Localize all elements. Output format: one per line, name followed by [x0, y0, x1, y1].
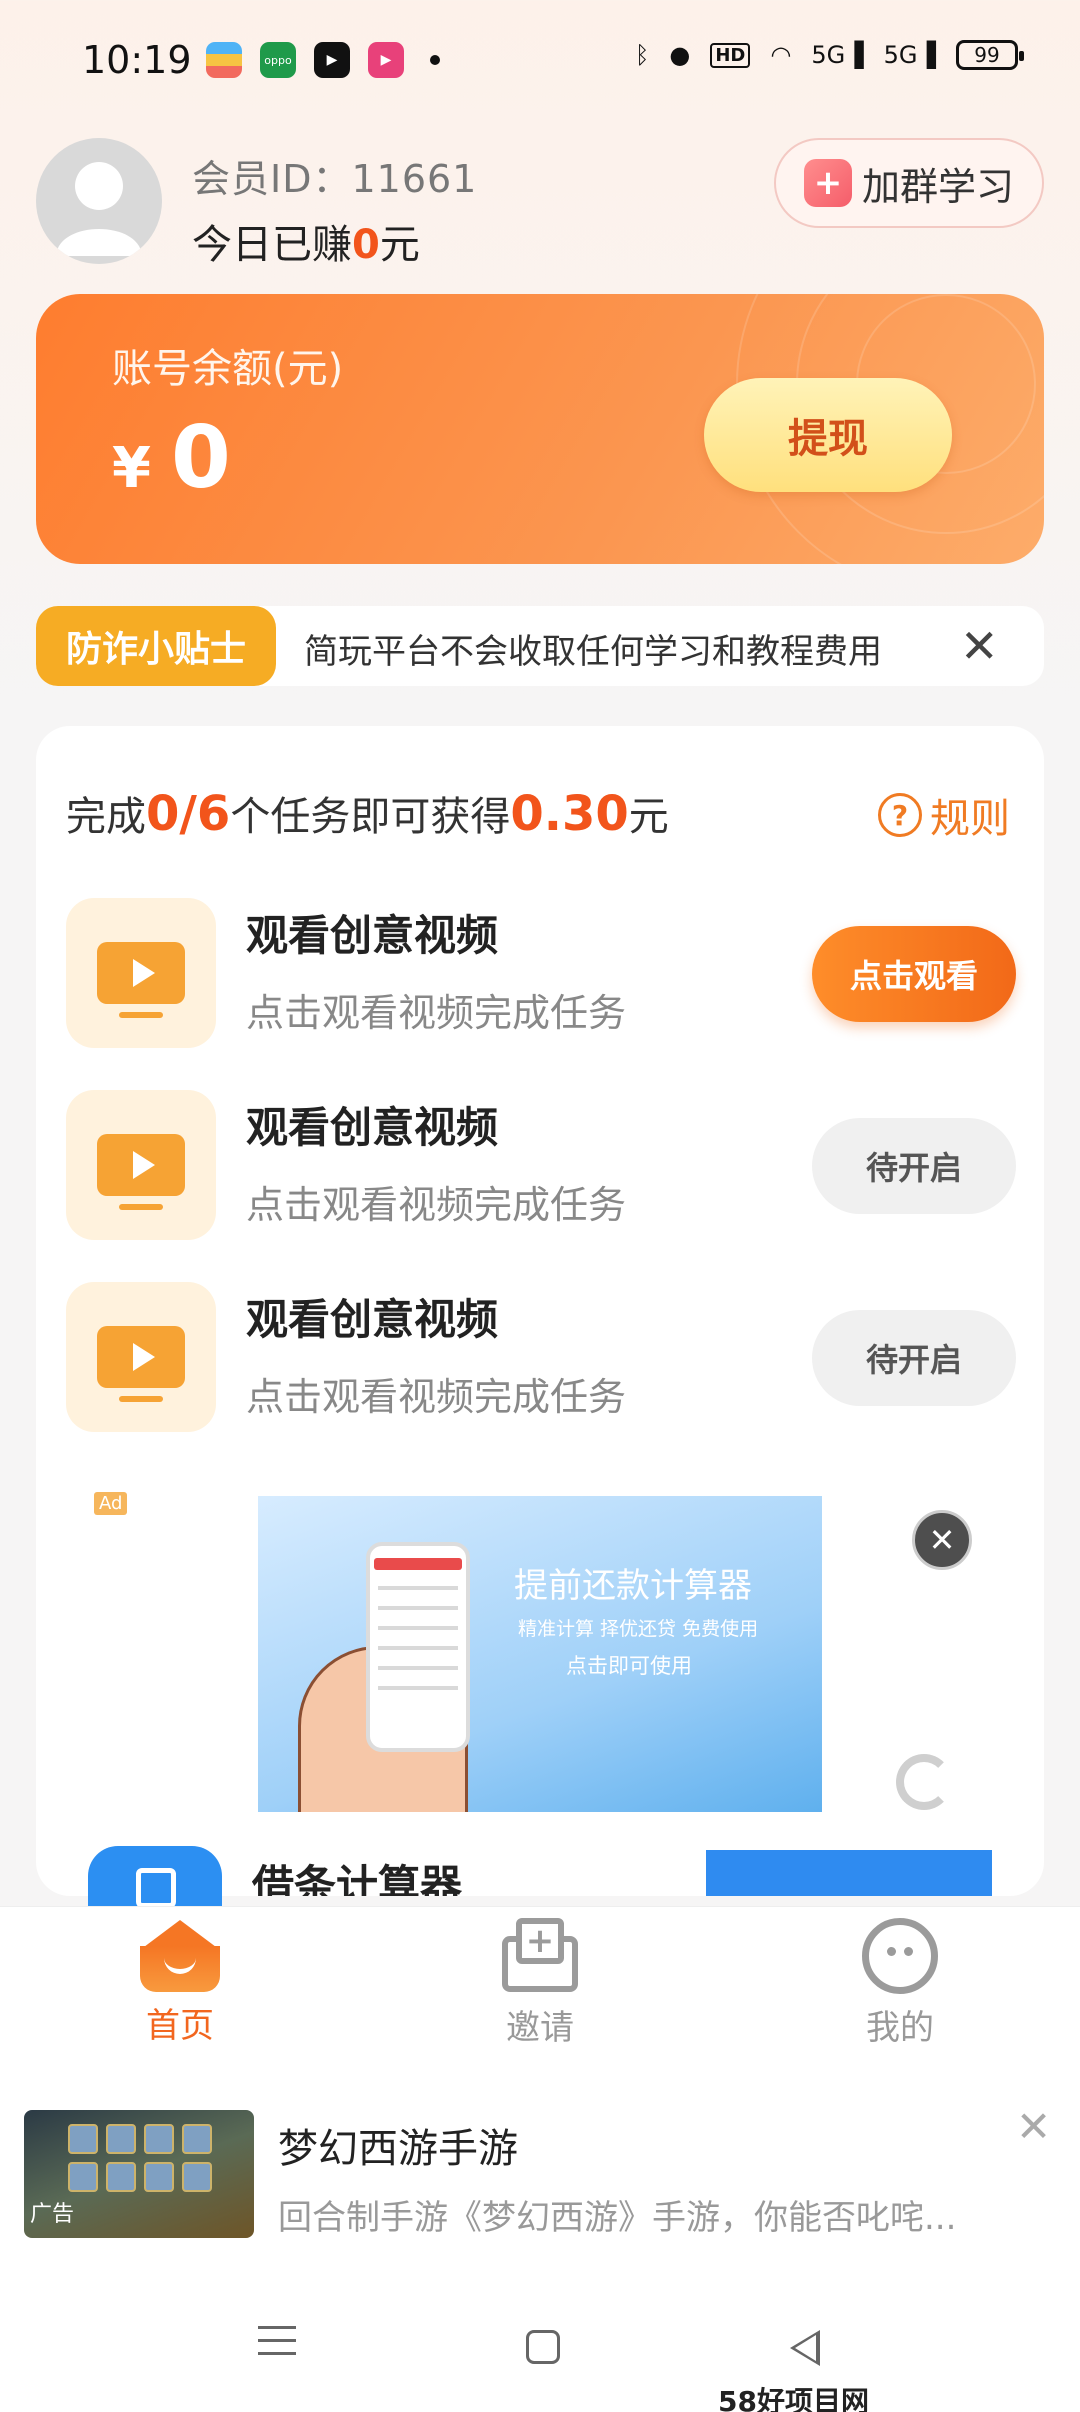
task-title: 观看创意视频	[246, 1103, 499, 1152]
ad-close-button[interactable]: ✕	[912, 1510, 972, 1570]
ad-brand-icon	[896, 1754, 952, 1810]
phone-illustration	[366, 1542, 470, 1752]
watermark: 58好项目网www.58hxm.com	[712, 2380, 1080, 2412]
pending-task-button[interactable]: 待开启	[812, 1118, 1016, 1214]
player-app-icon: ▶	[368, 42, 404, 78]
hd-icon: HD	[710, 42, 751, 68]
watch-video-button[interactable]: 点击观看	[812, 926, 1016, 1022]
home-system-icon[interactable]	[526, 2330, 560, 2364]
nav-mine[interactable]: 我的	[800, 1918, 1000, 2049]
nav-home[interactable]: 首页	[80, 1918, 280, 2047]
battery-icon: 99	[956, 40, 1024, 70]
task-title: 观看创意视频	[246, 911, 499, 960]
strip-ad-label: 广告	[30, 2202, 75, 2227]
bluetooth-icon: ᛒ	[634, 41, 650, 69]
task-row: 观看创意视频 点击观看视频完成任务 待开启	[66, 1090, 1016, 1240]
more-notifications-icon	[430, 55, 440, 65]
video-tv-icon	[66, 1282, 216, 1432]
task-title: 观看创意视频	[246, 1295, 499, 1344]
recent-apps-icon[interactable]	[258, 2326, 296, 2365]
task-row: 观看创意视频 点击观看视频完成任务 待开启	[66, 1282, 1016, 1432]
avatar-person-icon	[56, 162, 142, 256]
home-icon	[140, 1920, 220, 1992]
strip-ad-desc: 回合制手游《梦幻西游》手游，你能否叱咤...	[278, 2198, 957, 2238]
signal-icon-2: 5G▐	[883, 41, 936, 69]
anti-fraud-text: 简玩平台不会收取任何学习和教程费用	[304, 632, 882, 672]
tip-close-icon[interactable]: ✕	[960, 616, 999, 676]
join-group-button[interactable]: + 加群学习	[774, 138, 1044, 228]
status-time: 10:19	[82, 38, 192, 82]
nav-invite-label: 邀请	[506, 2008, 574, 2048]
strip-ad-title: 梦幻西游手游	[278, 2126, 518, 2172]
task-desc: 点击观看视频完成任务	[246, 991, 627, 1035]
wallet-app-icon	[206, 42, 242, 78]
strip-close-icon[interactable]: ✕	[1016, 2102, 1051, 2151]
balance-value: ¥0	[112, 408, 231, 508]
ad-title: 提前还款计算器	[514, 1566, 752, 1606]
avatar[interactable]	[36, 138, 162, 264]
plus-icon: +	[803, 159, 852, 207]
invite-icon: +	[502, 1918, 578, 1994]
task-row: 观看创意视频 点击观看视频完成任务 点击观看	[66, 898, 1016, 1048]
ad-app-icon	[88, 1846, 222, 1906]
task-summary: 完成 0/6 个任务即可获得 0.30 元	[66, 786, 669, 842]
status-indicators: ᛒ ● HD ◠ 5G▐ 5G▐ 99	[634, 40, 1024, 70]
video-app-icon: ▶	[314, 42, 350, 78]
notification-app-icons: oppo ▶ ▶	[206, 42, 440, 78]
pending-task-button[interactable]: 待开启	[812, 1310, 1016, 1406]
location-icon: ●	[669, 41, 691, 69]
anti-fraud-tag: 防诈小贴士	[36, 606, 276, 686]
earned-today: 今日已赚0元	[192, 222, 420, 268]
ad-tag: Ad	[94, 1492, 128, 1515]
ad-app-button[interactable]	[706, 1850, 992, 1896]
wifi-icon: ◠	[770, 41, 792, 69]
video-tv-icon	[66, 1090, 216, 1240]
balance-label: 账号余额(元)	[112, 346, 344, 392]
rules-label: 规则	[930, 796, 1010, 842]
ad-cta: 点击即可使用	[566, 1654, 692, 1678]
task-desc: 点击观看视频完成任务	[246, 1183, 627, 1227]
video-tv-icon	[66, 898, 216, 1048]
ad-subtitle: 精准计算 择优还贷 免费使用	[518, 1618, 759, 1640]
nav-home-label: 首页	[146, 2006, 214, 2046]
join-group-label: 加群学习	[861, 164, 1014, 209]
nav-mine-label: 我的	[866, 2008, 934, 2048]
withdraw-button[interactable]: 提现	[704, 378, 952, 492]
ad-app-name: 借条计算器	[252, 1861, 463, 1896]
rules-link[interactable]: ? 规则	[878, 786, 1010, 844]
oppo-app-icon: oppo	[260, 42, 296, 78]
ad-banner[interactable]: 提前还款计算器 精准计算 择优还贷 免费使用 点击即可使用	[258, 1496, 822, 1812]
signal-icon-1: 5G▐	[811, 41, 864, 69]
profile-face-icon	[862, 1918, 938, 1994]
question-icon: ?	[878, 793, 922, 837]
member-id: 会员ID：11661	[192, 157, 478, 201]
task-desc: 点击观看视频完成任务	[246, 1375, 627, 1419]
back-icon[interactable]	[790, 2330, 820, 2366]
nav-invite[interactable]: + 邀请	[440, 1918, 640, 2049]
